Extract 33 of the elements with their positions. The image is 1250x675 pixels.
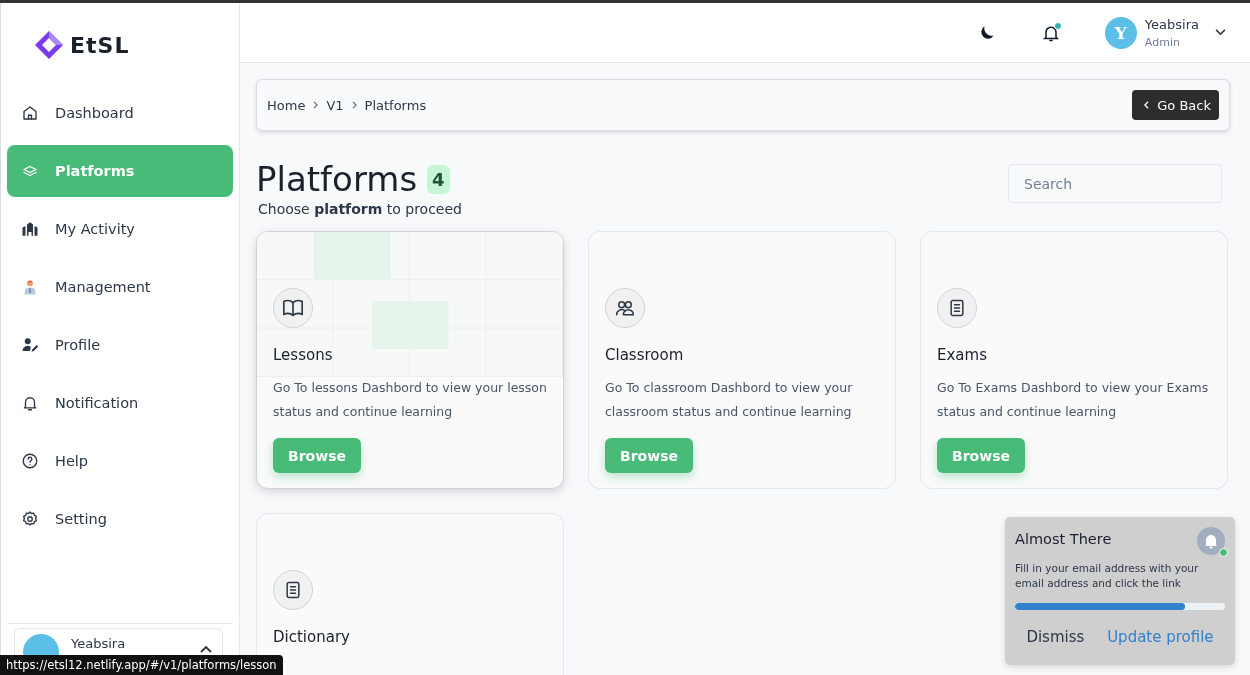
- search-field[interactable]: Search: [1008, 164, 1222, 203]
- card-title: Classroom: [605, 346, 684, 364]
- sidebar-item[interactable]: Help: [7, 435, 233, 487]
- sidebar-item[interactable]: Management: [7, 261, 233, 313]
- sidebar-item[interactable]: Setting: [7, 493, 233, 545]
- breadcrumb-link[interactable]: Home: [267, 97, 306, 113]
- status-url-tooltip: https://etsl12.netlify.app/#/v1/platforms/lesson: [0, 655, 283, 675]
- page-subtitle: Choose platform to proceed: [258, 201, 462, 217]
- sidebar-item[interactable]: Notification: [7, 377, 233, 429]
- breadcrumb-link[interactable]: Platforms: [364, 97, 427, 113]
- page-title: Platforms: [256, 159, 418, 199]
- card-description: Go To Exams Dashbord to view your Exams status and continue learning: [937, 379, 1210, 421]
- card-title: Exams: [937, 346, 987, 364]
- breadcrumb-link[interactable]: V1: [326, 97, 344, 113]
- card-description: Go To classroom Dashbord to view your classroom status and continue learning: [605, 379, 854, 421]
- card-title: Dictionary: [273, 628, 350, 646]
- sidebar-item[interactable]: Dashboard: [7, 87, 233, 139]
- back-button[interactable]: Go Back: [1132, 90, 1219, 120]
- card-description: Go To lessons Dashbord to view your lesson status and continue learning: [273, 379, 547, 421]
- user-role: Admin: [1144, 35, 1181, 49]
- toast-message: Fill in your email address with your email address and click the link: [1015, 561, 1200, 591]
- platform-card[interactable]: Lessons Go To lessons Dashbord to view your lesson status and continue learning Browse: [256, 231, 564, 489]
- sidebar-item[interactable]: Profile: [7, 319, 233, 371]
- dismiss-button[interactable]: Dismiss: [1022, 624, 1089, 650]
- logo-text: EtSL: [70, 32, 130, 58]
- count-badge: 4: [427, 164, 450, 194]
- user-name: Yeabsira: [71, 636, 127, 651]
- sidebar-item[interactable]: My Activity: [7, 203, 233, 255]
- platform-card[interactable]: Classroom Go To classroom Dashbord to view your classroom status and continue learning Browse: [588, 231, 896, 489]
- user-name: Yeabsira: [1144, 16, 1199, 32]
- card-title: Lessons: [273, 346, 333, 364]
- platform-card[interactable]: Exams Go To Exams Dashbord to view your Exams status and continue learning Browse: [920, 231, 1228, 489]
- toast-title: Almost There: [1015, 531, 1112, 547]
